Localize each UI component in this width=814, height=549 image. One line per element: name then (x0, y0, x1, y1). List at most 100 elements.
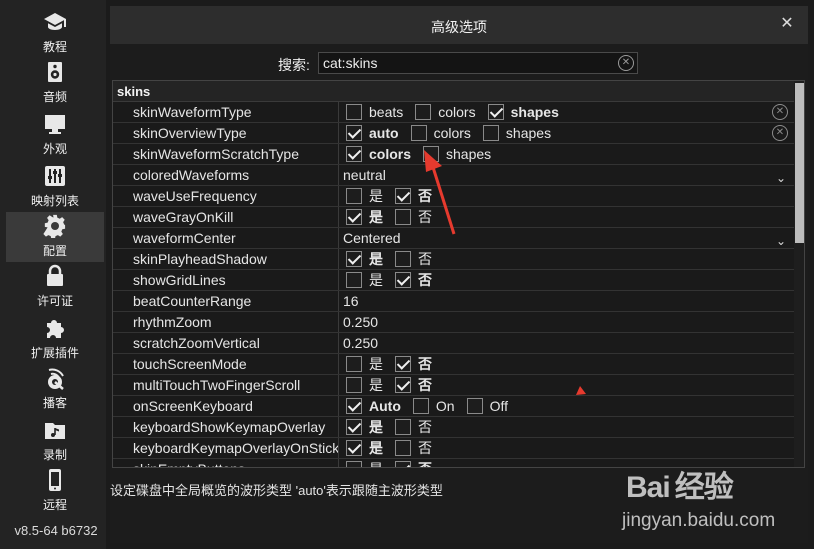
search-clear-icon[interactable]: ✕ (618, 55, 634, 71)
option-value[interactable]: 是否 (340, 354, 790, 374)
option-choice[interactable]: 是 (342, 438, 383, 458)
option-choice[interactable]: Auto (342, 396, 401, 416)
checkbox[interactable] (395, 440, 411, 456)
checkbox[interactable] (466, 398, 483, 414)
option-choice[interactable]: 否 (391, 375, 432, 395)
checkbox-checked[interactable] (346, 398, 362, 414)
option-choice[interactable]: auto (342, 123, 399, 143)
option-choice[interactable]: beats (342, 102, 403, 122)
reset-icon[interactable]: ✕ (772, 104, 788, 120)
option-value[interactable]: 0.250 (340, 312, 790, 332)
chevron-down-icon[interactable]: ⌄ (776, 168, 786, 188)
sidebar-item-1[interactable]: 音频 (6, 58, 104, 108)
option-choice[interactable]: 是 (342, 249, 383, 269)
checkbox[interactable] (395, 251, 411, 267)
dropdown-value[interactable]: Centered (342, 228, 401, 248)
option-value[interactable]: neutral ⌄ (340, 165, 790, 185)
checkbox[interactable] (412, 398, 429, 414)
option-value[interactable]: 是否 (340, 375, 790, 395)
checkbox-checked[interactable] (346, 146, 362, 162)
checkbox-checked[interactable] (395, 461, 411, 467)
option-value[interactable]: 是否 (340, 417, 790, 437)
checkbox-checked[interactable] (346, 125, 362, 141)
option-choice[interactable]: shapes (484, 102, 559, 122)
chevron-down-icon[interactable]: ⌄ (776, 231, 786, 251)
checkbox[interactable] (346, 104, 362, 120)
checkbox[interactable] (346, 188, 362, 204)
option-value[interactable]: colors shapes (340, 144, 790, 164)
checkbox[interactable] (346, 377, 362, 393)
checkbox-checked[interactable] (346, 251, 362, 267)
checkbox-checked[interactable] (487, 104, 504, 120)
scrollbar[interactable] (794, 81, 804, 467)
option-choice[interactable]: colors (407, 123, 471, 143)
sidebar-item-8[interactable]: 录制 (6, 416, 104, 466)
option-choice[interactable]: 否 (391, 438, 432, 458)
input-value[interactable]: 0.250 (342, 333, 378, 353)
option-value[interactable]: Centered ⌄ (340, 228, 790, 248)
option-value[interactable]: 是否 (340, 186, 790, 206)
input-value[interactable]: 0.250 (342, 312, 378, 332)
option-value[interactable]: 是否 (340, 459, 790, 467)
sidebar-item-3[interactable]: 映射列表 (6, 162, 104, 212)
checkbox[interactable] (482, 125, 499, 141)
sidebar-item-7[interactable]: 播客 (6, 364, 104, 414)
sidebar-item-9[interactable]: 远程 (6, 466, 104, 516)
option-choice[interactable]: colors (411, 102, 476, 122)
option-value[interactable]: 是否 (340, 207, 790, 227)
checkbox-checked[interactable] (395, 356, 411, 372)
option-value[interactable]: 是否 (340, 270, 790, 290)
option-choice[interactable]: 是 (342, 270, 383, 290)
option-choice[interactable]: 是 (342, 459, 383, 467)
dropdown-value[interactable]: neutral (342, 165, 386, 185)
sidebar-item-0[interactable]: 教程 (6, 8, 104, 58)
checkbox[interactable] (415, 104, 432, 120)
sidebar-item-2[interactable]: 外观 (6, 110, 104, 160)
option-choice[interactable]: 是 (342, 417, 383, 437)
option-choice[interactable]: On (409, 396, 455, 416)
option-choice[interactable]: 是 (342, 354, 383, 374)
option-value[interactable]: 是否 (340, 249, 790, 269)
sidebar-item-6[interactable]: 扩展插件 (6, 314, 104, 364)
option-value[interactable]: auto colors shapes ✕ (340, 123, 790, 143)
option-choice[interactable]: 是 (342, 375, 383, 395)
option-choice[interactable]: 是 (342, 207, 383, 227)
reset-icon[interactable]: ✕ (772, 125, 788, 141)
checkbox-checked[interactable] (395, 377, 411, 393)
option-choice[interactable]: 否 (391, 354, 432, 374)
sidebar-item-4[interactable]: 配置 (6, 212, 104, 262)
checkbox-checked[interactable] (346, 419, 362, 435)
checkbox-checked[interactable] (346, 209, 362, 225)
checkbox[interactable] (395, 419, 411, 435)
option-value[interactable]: Auto On Off (340, 396, 790, 416)
option-choice[interactable]: shapes (419, 144, 491, 164)
checkbox[interactable] (395, 209, 411, 225)
option-choice[interactable]: 否 (391, 249, 432, 269)
checkbox[interactable] (346, 356, 362, 372)
option-choice[interactable]: 否 (391, 270, 432, 290)
checkbox-checked[interactable] (395, 188, 411, 204)
input-value[interactable]: 16 (342, 291, 359, 311)
scrollbar-thumb[interactable] (795, 83, 804, 243)
option-value[interactable]: 0.250 (340, 333, 790, 353)
close-icon[interactable]: ✕ (778, 15, 796, 33)
checkbox[interactable] (423, 146, 440, 162)
option-value[interactable]: 是否 (340, 438, 790, 458)
checkbox[interactable] (346, 461, 362, 467)
option-choice[interactable]: Off (463, 396, 508, 416)
option-value[interactable]: 16 (340, 291, 790, 311)
option-choice[interactable]: shapes (479, 123, 551, 143)
checkbox-checked[interactable] (346, 440, 362, 456)
checkbox-checked[interactable] (395, 272, 411, 288)
checkbox[interactable] (410, 125, 427, 141)
option-choice[interactable]: 否 (391, 459, 432, 467)
option-choice[interactable]: 是 (342, 186, 383, 206)
checkbox[interactable] (346, 272, 362, 288)
search-input[interactable] (323, 54, 613, 72)
option-choice[interactable]: colors (342, 144, 411, 164)
option-value[interactable]: beats colors shapes ✕ (340, 102, 790, 122)
sidebar-item-5[interactable]: 许可证 (6, 262, 104, 312)
option-choice[interactable]: 否 (391, 417, 432, 437)
option-choice[interactable]: 否 (391, 207, 432, 227)
option-choice[interactable]: 否 (391, 186, 432, 206)
